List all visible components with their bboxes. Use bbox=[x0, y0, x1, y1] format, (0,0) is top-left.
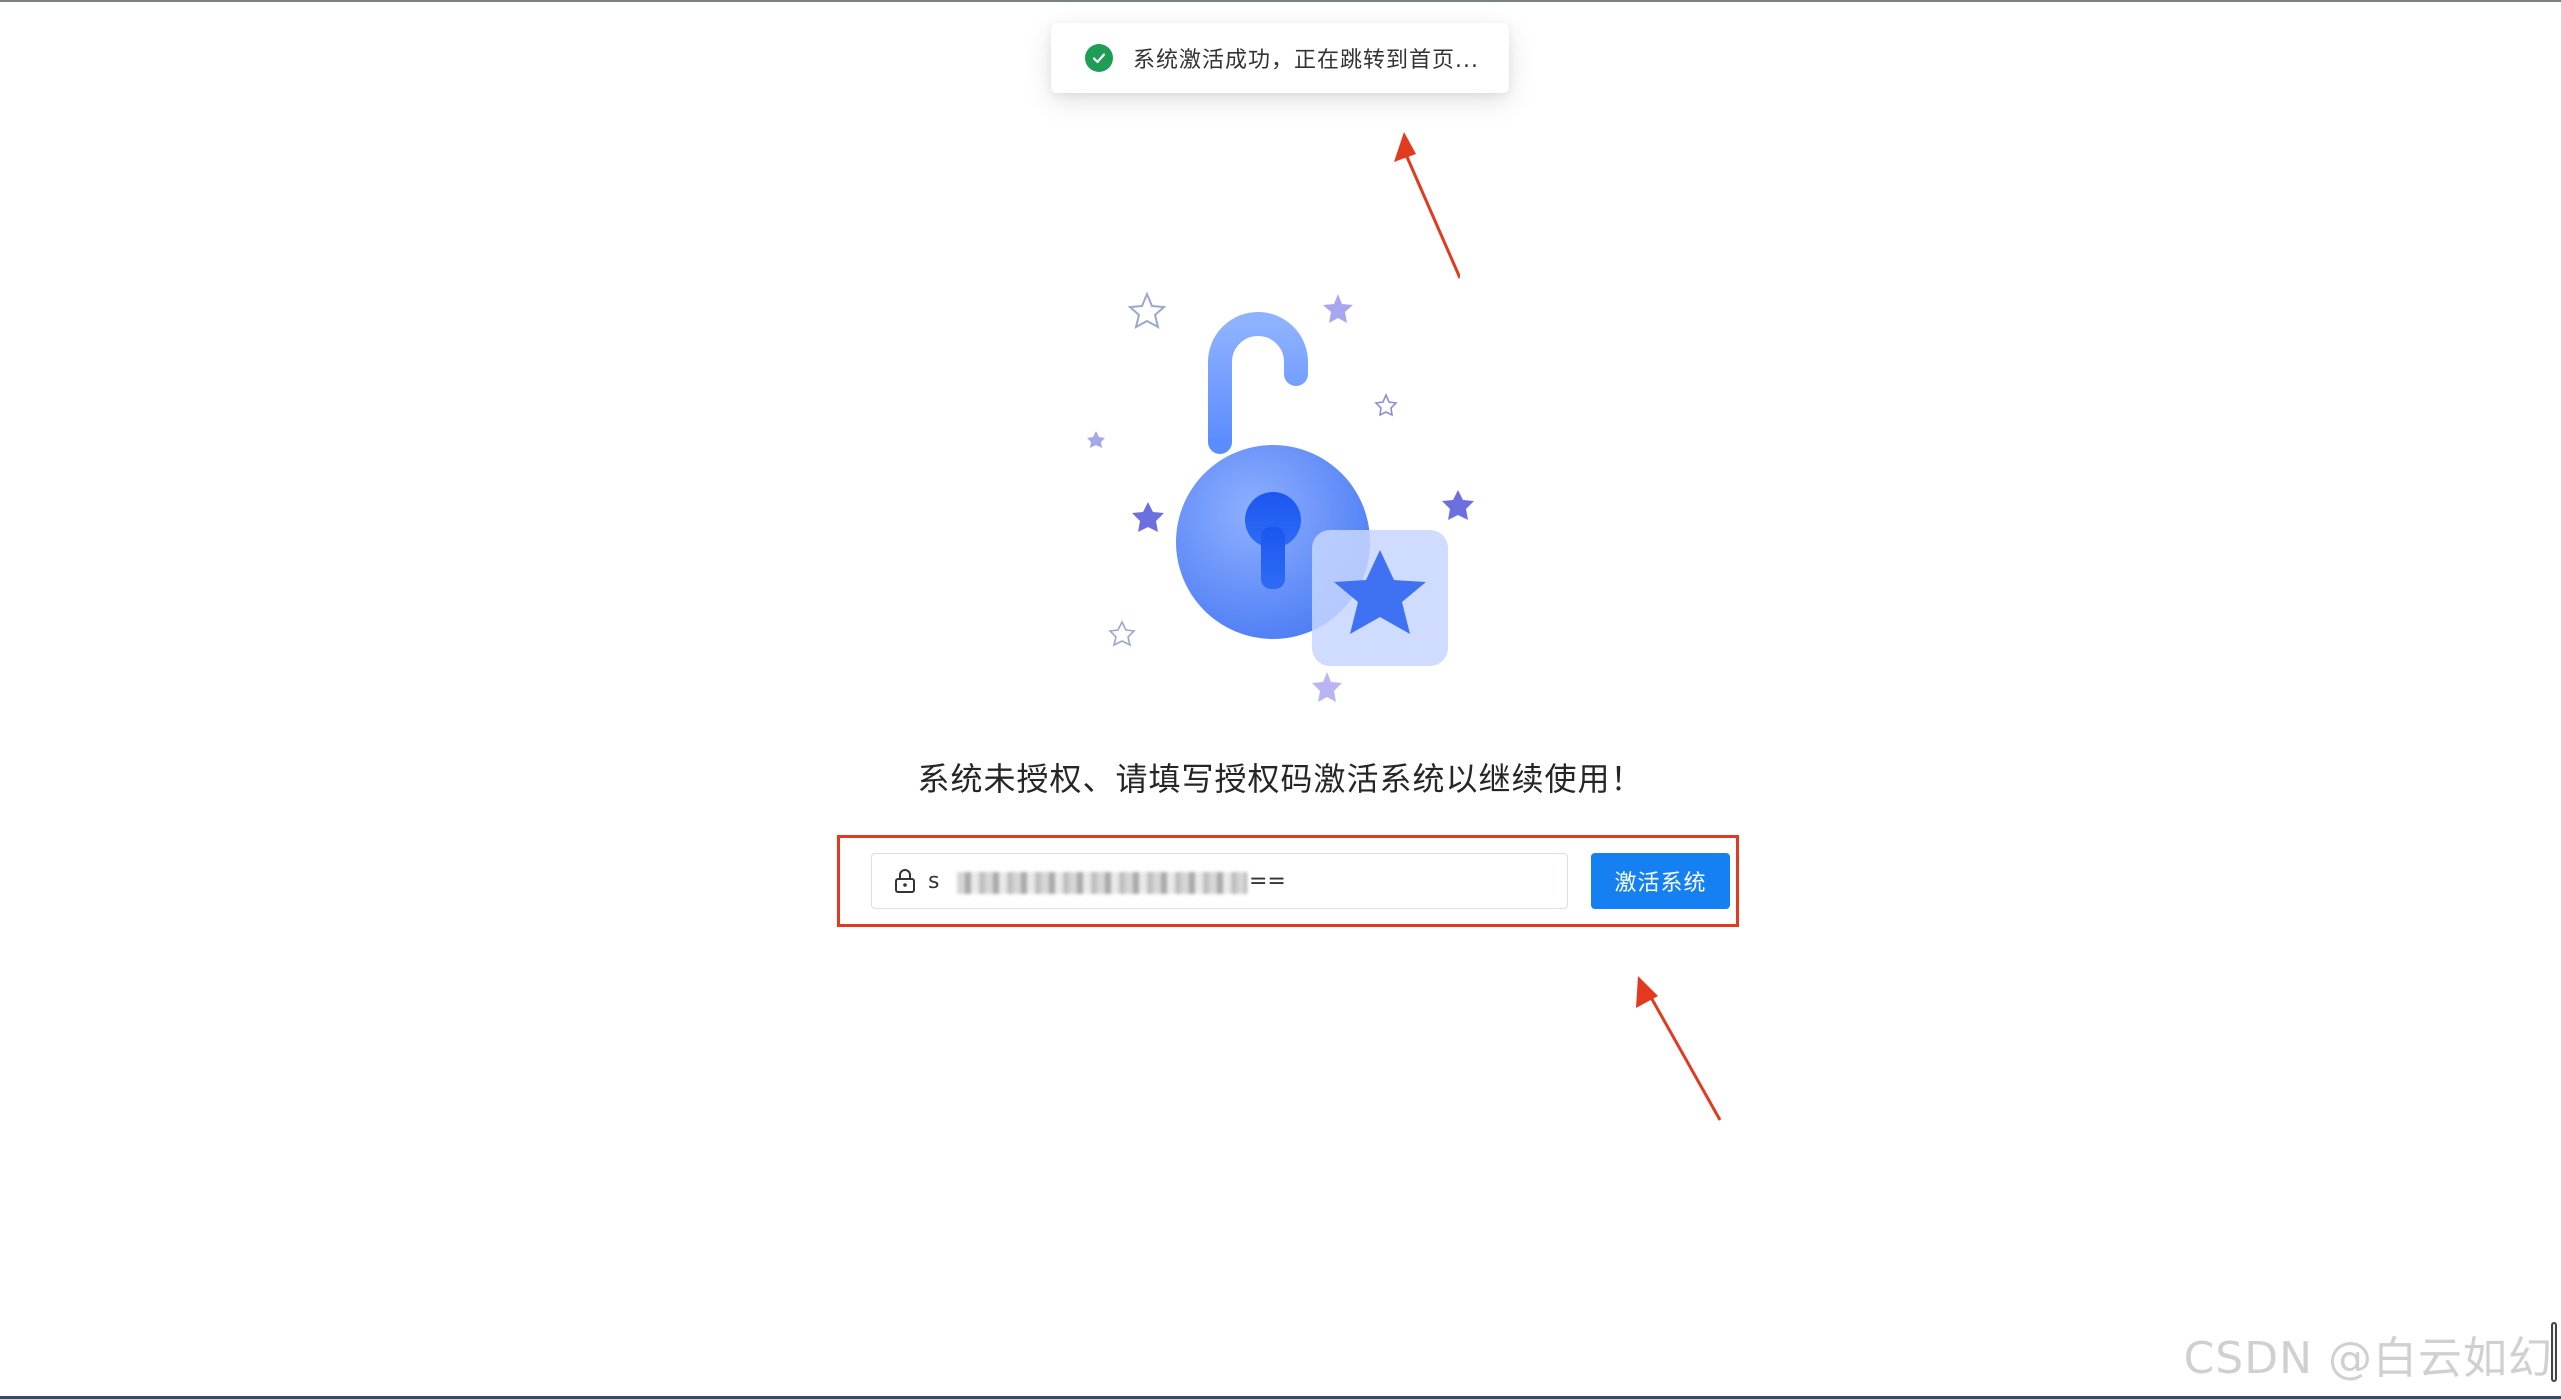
lock-icon bbox=[895, 869, 915, 893]
redacted-code-blur bbox=[957, 872, 1247, 894]
annotation-arrow-toast bbox=[1394, 132, 1460, 279]
check-circle-icon bbox=[1085, 44, 1113, 72]
code-suffix: == bbox=[1249, 869, 1286, 894]
activation-form: == 激活系统 bbox=[837, 835, 1739, 927]
csdn-watermark: CSDN @白云如幻 bbox=[2183, 1333, 2553, 1384]
scrollbar[interactable] bbox=[2551, 1322, 2557, 1382]
unauthorized-tip: 系统未授权、请填写授权码激活系统以继续使用！ bbox=[917, 760, 1644, 798]
shackle-shape bbox=[1208, 312, 1308, 454]
license-code-field[interactable]: == bbox=[871, 853, 1568, 909]
success-toast: 系统激活成功，正在跳转到首页... bbox=[1051, 23, 1509, 93]
annotation-arrow-form bbox=[1636, 976, 1722, 1121]
activate-system-button[interactable]: 激活系统 bbox=[1591, 853, 1730, 909]
activation-page: 系统激活成功，正在跳转到首页... 系统未授权、请填写授权码激活系统以继续使用！… bbox=[0, 0, 2561, 1399]
toast-message: 系统激活成功，正在跳转到首页... bbox=[1133, 48, 1479, 73]
unlocked-padlock-illustration bbox=[1060, 272, 1500, 722]
